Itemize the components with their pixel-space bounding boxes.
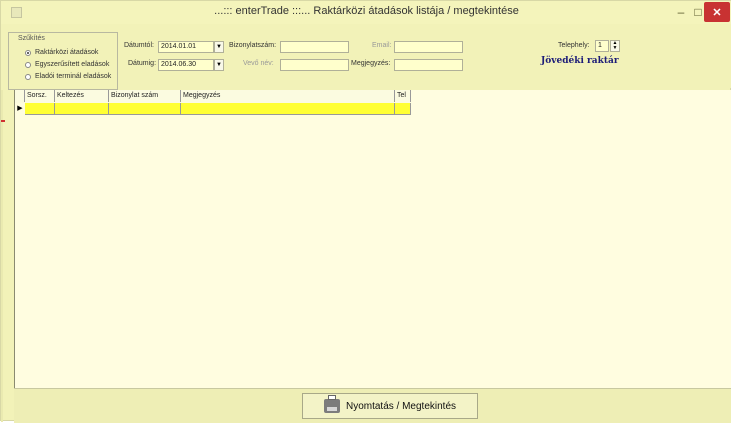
row-header-corner: [15, 90, 25, 102]
email-field[interactable]: [394, 41, 463, 53]
chevron-down-icon[interactable]: ▼: [214, 41, 224, 53]
print-button-label: Nyomtatás / Megtekintés: [345, 400, 457, 412]
column-header-sorsz[interactable]: Sorsz.: [25, 90, 55, 102]
radio-terminal-sales[interactable]: Eladói terminál eladások: [25, 73, 111, 80]
print-preview-button[interactable]: Nyomtatás / Megtekintés: [302, 393, 478, 419]
column-header-keltezes[interactable]: Keltezés: [55, 90, 109, 102]
column-header-bizonylat-szam[interactable]: Bizonylat szám: [109, 90, 181, 102]
radio-icon: [25, 61, 31, 68]
results-grid[interactable]: Sorsz. Keltezés Bizonylat szám Megjegyzé…: [14, 90, 731, 388]
doc-number-label: Bizonylatszám:: [229, 42, 277, 49]
filter-panel: Szűkítés Raktárközi átadások Egyszerűsít…: [1, 24, 731, 90]
radio-label: Raktárközi átadások: [35, 49, 99, 56]
footer-bar: Nyomtatás / Megtekintés: [14, 388, 731, 423]
grid-header: Sorsz. Keltezés Bizonylat szám Megjegyzé…: [15, 90, 411, 104]
date-to-label: Dátumig:: [128, 60, 157, 67]
table-cell[interactable]: [109, 103, 181, 114]
site-field[interactable]: 1: [595, 40, 609, 52]
app-window: ...::: enterTrade :::... Raktárközi átad…: [0, 0, 731, 423]
column-header-megjegyzes[interactable]: Megjegyzés: [181, 90, 395, 102]
note-label: Megjegyzés:: [351, 60, 391, 67]
printer-icon: [323, 395, 340, 413]
email-label: Email:: [372, 42, 392, 49]
table-cell[interactable]: [55, 103, 109, 114]
radio-label: Eladói terminál eladások: [35, 73, 112, 80]
column-header-tel[interactable]: Tel: [395, 90, 411, 102]
table-cell[interactable]: [25, 103, 55, 114]
site-spinner[interactable]: ▲ ▼: [610, 40, 620, 52]
customer-name-label: Vevő név:: [243, 60, 274, 67]
close-button[interactable]: ✕: [704, 2, 730, 22]
date-to-field[interactable]: 2014.06.30: [158, 59, 214, 71]
radio-icon: [25, 73, 31, 80]
chevron-down-icon[interactable]: ▼: [214, 59, 224, 71]
table-cell[interactable]: [181, 103, 395, 114]
warehouse-name: Jövedéki raktár: [541, 56, 619, 66]
side-marker: [1, 120, 5, 122]
filter-group: Szűkítés Raktárközi átadások Egyszerűsít…: [8, 32, 118, 90]
window-title: ...::: enterTrade :::... Raktárközi átad…: [214, 5, 519, 17]
radio-label: Egyszerűsített eladások: [35, 61, 110, 68]
filter-group-label: Szűkítés: [17, 35, 46, 42]
date-from-label: Dátumtól:: [124, 42, 154, 49]
date-from-field[interactable]: 2014.01.01: [158, 41, 214, 53]
radio-interwarehouse[interactable]: Raktárközi átadások: [25, 49, 98, 56]
doc-number-field[interactable]: [280, 41, 349, 53]
note-field[interactable]: [394, 59, 463, 71]
table-row[interactable]: [25, 103, 411, 115]
left-edge: [1, 90, 3, 422]
site-label: Telephely:: [558, 42, 590, 49]
customer-name-field[interactable]: [280, 59, 349, 71]
table-cell[interactable]: [395, 103, 411, 114]
title-bar: ...::: enterTrade :::... Raktárközi átad…: [1, 1, 731, 24]
radio-selected-icon: [25, 49, 31, 56]
radio-simplified-sales[interactable]: Egyszerűsített eladások: [25, 61, 109, 68]
